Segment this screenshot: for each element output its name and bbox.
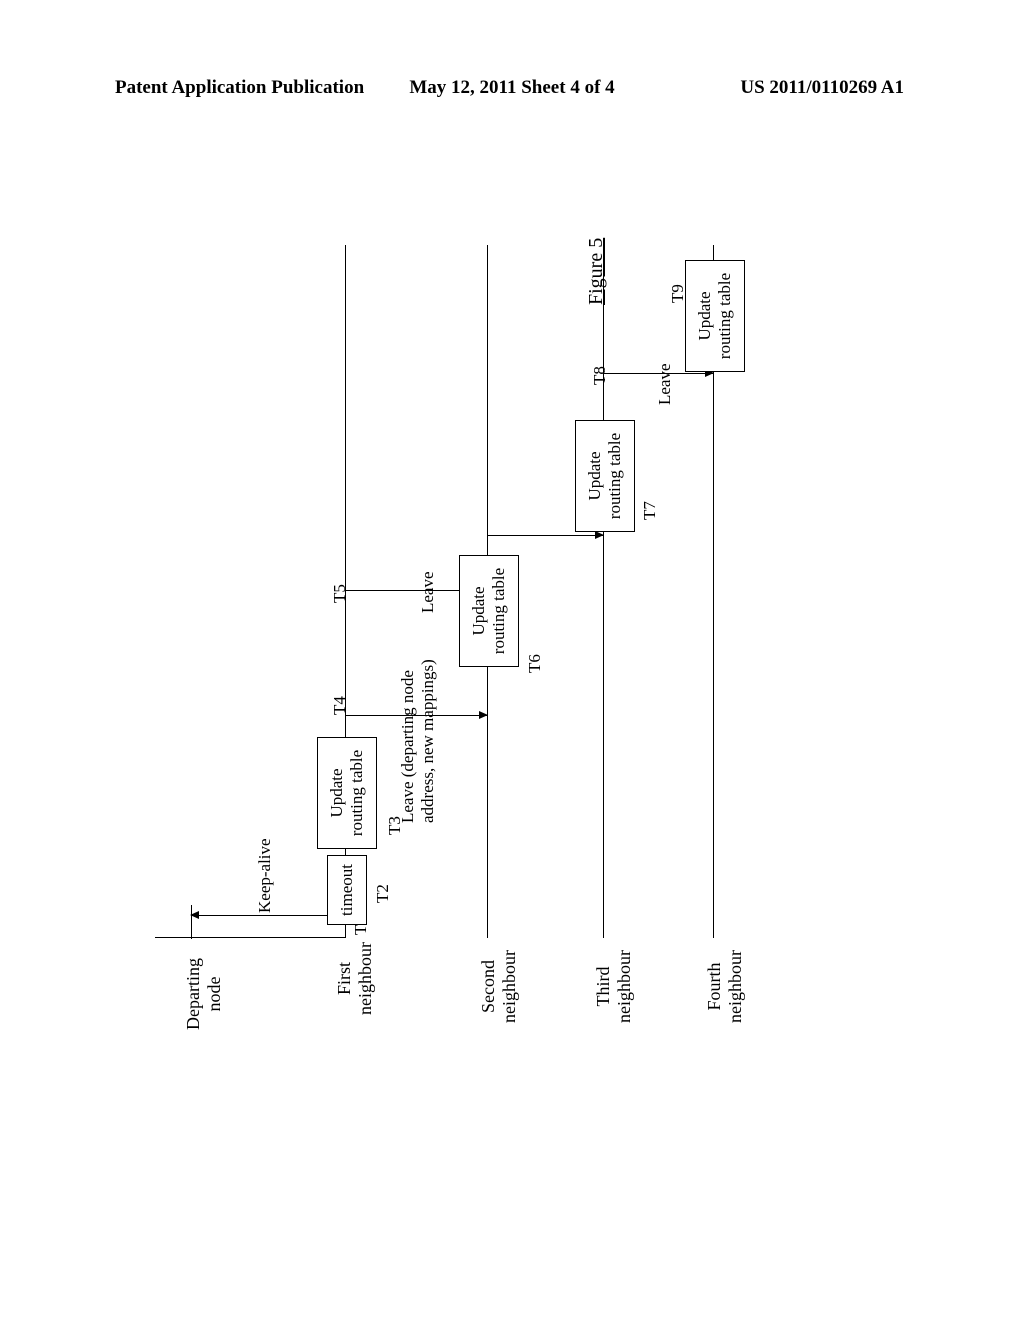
time-t9: T9 [668, 284, 688, 303]
box-update-n1: Update routing table [317, 737, 377, 849]
msg-keep-alive: Keep-alive [255, 838, 275, 913]
lifeline-n3 [603, 245, 604, 938]
arrowhead-icon [595, 531, 604, 539]
label-first-neighbour: First neighbour [334, 942, 376, 1015]
msg-leave-t5: Leave [418, 571, 438, 613]
box-update-n2: Update routing table [459, 555, 519, 667]
header-left: Patent Application Publication [115, 77, 364, 99]
label-third-neighbour: Third neighbour [593, 950, 635, 1023]
time-t7: T7 [640, 501, 660, 520]
sequence-diagram: Departing node First neighbour Second ne… [155, 245, 755, 1035]
arrowhead-icon [479, 711, 488, 719]
header-right: US 2011/0110269 A1 [740, 77, 904, 99]
box-update-n3-text: Update routing table [585, 433, 625, 519]
box-update-n2-text: Update routing table [469, 568, 509, 654]
arrowhead-icon [190, 911, 199, 919]
figure-caption: Figure 5 [585, 238, 608, 305]
msg-leave-full: Leave (departing node address, new mappi… [398, 659, 438, 823]
label-departing-node: Departing node [183, 958, 225, 1030]
box-timeout: timeout [327, 855, 367, 925]
arrow-leave-n2n3 [487, 535, 603, 536]
box-timeout-text: timeout [337, 864, 357, 916]
page: Patent Application Publication May 12, 2… [0, 0, 1024, 1320]
box-update-n4-text: Update routing table [695, 273, 735, 359]
box-update-n3: Update routing table [575, 420, 635, 532]
time-t2: T2 [373, 884, 393, 903]
time-t4: T4 [330, 696, 350, 715]
departing-mask [189, 245, 194, 905]
header-mid: May 12, 2011 Sheet 4 of 4 [409, 77, 614, 99]
arrow-keep-alive [191, 915, 345, 916]
ll-dep [191, 938, 192, 939]
label-fourth-neighbour: Fourth neighbour [704, 950, 746, 1023]
lifeline-first [155, 937, 345, 938]
label-second-neighbour: Second neighbour [478, 950, 520, 1023]
time-t8: T8 [590, 366, 610, 385]
time-t5: T5 [330, 584, 350, 603]
box-update-n4: Update routing table [685, 260, 745, 372]
time-t6: T6 [525, 654, 545, 673]
msg-leave-n3n4: Leave [655, 363, 675, 405]
box-update-n1-text: Update routing table [327, 750, 367, 836]
